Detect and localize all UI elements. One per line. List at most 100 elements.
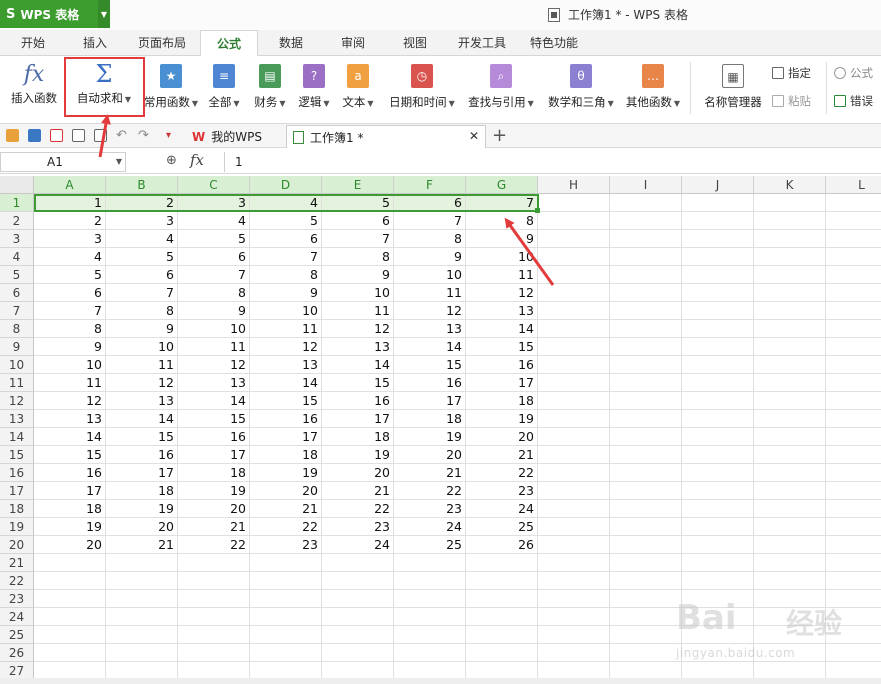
tab-workbook1[interactable]: 工作簿1 * ✕ xyxy=(286,125,486,148)
cell[interactable] xyxy=(106,644,178,662)
tab-developer[interactable]: 开发工具 xyxy=(452,30,512,56)
formula-audit-button[interactable]: 公式 xyxy=(834,65,873,81)
new-tab-button[interactable]: + xyxy=(492,125,507,147)
cell[interactable]: 18 xyxy=(394,410,466,428)
cell[interactable] xyxy=(106,626,178,644)
cell[interactable] xyxy=(178,590,250,608)
row-header[interactable]: 22 xyxy=(0,572,34,590)
name-box[interactable]: A1 ▼ xyxy=(0,152,126,172)
row-header[interactable]: 17 xyxy=(0,482,34,500)
column-header-b[interactable]: B xyxy=(106,176,178,194)
cell[interactable]: 13 xyxy=(394,320,466,338)
row-header[interactable]: 4 xyxy=(0,248,34,266)
undo-icon[interactable]: ↶ xyxy=(116,129,129,142)
cell[interactable] xyxy=(682,518,754,536)
cell[interactable]: 4 xyxy=(178,212,250,230)
cell[interactable] xyxy=(610,320,682,338)
redo-icon[interactable]: ↷ xyxy=(138,129,151,142)
cell[interactable] xyxy=(394,608,466,626)
cell[interactable] xyxy=(538,266,610,284)
cell[interactable] xyxy=(466,590,538,608)
cell[interactable] xyxy=(538,374,610,392)
cell[interactable] xyxy=(250,626,322,644)
cell[interactable]: 16 xyxy=(34,464,106,482)
cell[interactable]: 11 xyxy=(34,374,106,392)
cell[interactable]: 21 xyxy=(394,464,466,482)
cell[interactable]: 15 xyxy=(394,356,466,374)
cell[interactable]: 17 xyxy=(250,428,322,446)
all-functions-button[interactable]: ≡ 全部 ▼ xyxy=(206,60,242,120)
cell[interactable]: 20 xyxy=(106,518,178,536)
cell[interactable]: 21 xyxy=(466,446,538,464)
datetime-functions-button[interactable]: ◷ 日期和时间 ▼ xyxy=(382,60,462,120)
cell[interactable]: 5 xyxy=(178,230,250,248)
customize-toolbar-icon[interactable]: ▾ xyxy=(166,129,179,142)
cell[interactable]: 25 xyxy=(466,518,538,536)
cell[interactable] xyxy=(826,374,881,392)
cell[interactable]: 6 xyxy=(322,212,394,230)
cell[interactable] xyxy=(826,500,881,518)
cell[interactable] xyxy=(826,284,881,302)
cell[interactable] xyxy=(322,554,394,572)
cell[interactable]: 9 xyxy=(250,284,322,302)
cell[interactable] xyxy=(610,500,682,518)
cell[interactable] xyxy=(466,644,538,662)
name-manager-button[interactable]: ▦ 名称管理器 xyxy=(700,60,766,120)
cell[interactable] xyxy=(682,500,754,518)
cell[interactable] xyxy=(682,428,754,446)
horizontal-scrollbar[interactable] xyxy=(0,678,881,684)
cell[interactable] xyxy=(538,572,610,590)
cell[interactable]: 14 xyxy=(322,356,394,374)
cell[interactable]: 8 xyxy=(466,212,538,230)
cell[interactable] xyxy=(538,392,610,410)
cell[interactable] xyxy=(610,284,682,302)
cell[interactable] xyxy=(538,248,610,266)
cell[interactable] xyxy=(538,464,610,482)
cell[interactable] xyxy=(610,572,682,590)
tab-page-layout[interactable]: 页面布局 xyxy=(132,30,192,56)
cell[interactable]: 18 xyxy=(466,392,538,410)
cell[interactable]: 10 xyxy=(394,266,466,284)
print-icon[interactable] xyxy=(72,129,85,142)
cell[interactable] xyxy=(826,266,881,284)
cell[interactable]: 15 xyxy=(178,410,250,428)
common-functions-button[interactable]: ★ 常用函数 ▼ xyxy=(142,60,200,120)
cell[interactable]: 15 xyxy=(34,446,106,464)
cell[interactable] xyxy=(682,410,754,428)
cell[interactable]: 3 xyxy=(106,212,178,230)
cell[interactable] xyxy=(826,428,881,446)
cell[interactable]: 3 xyxy=(34,230,106,248)
cell[interactable]: 22 xyxy=(322,500,394,518)
cell[interactable]: 13 xyxy=(178,374,250,392)
row-header[interactable]: 5 xyxy=(0,266,34,284)
cell[interactable]: 16 xyxy=(394,374,466,392)
cell[interactable] xyxy=(610,608,682,626)
cell[interactable]: 7 xyxy=(250,248,322,266)
cell[interactable] xyxy=(754,284,826,302)
fx-icon[interactable]: fx xyxy=(190,151,204,169)
cell[interactable]: 14 xyxy=(250,374,322,392)
column-header-i[interactable]: I xyxy=(610,176,682,194)
cell[interactable]: 23 xyxy=(250,536,322,554)
cell[interactable] xyxy=(754,518,826,536)
cell[interactable] xyxy=(106,608,178,626)
cell[interactable]: 8 xyxy=(394,230,466,248)
cell[interactable]: 12 xyxy=(106,374,178,392)
cell[interactable]: 11 xyxy=(106,356,178,374)
cell[interactable] xyxy=(322,626,394,644)
cell[interactable]: 24 xyxy=(394,518,466,536)
cell[interactable]: 8 xyxy=(106,302,178,320)
cell[interactable]: 11 xyxy=(322,302,394,320)
cell[interactable] xyxy=(250,644,322,662)
cell[interactable]: 6 xyxy=(394,194,466,212)
cell[interactable]: 12 xyxy=(322,320,394,338)
cell[interactable]: 6 xyxy=(250,230,322,248)
cell[interactable]: 15 xyxy=(466,338,538,356)
column-header-f[interactable]: F xyxy=(394,176,466,194)
cell[interactable]: 20 xyxy=(178,500,250,518)
cell[interactable] xyxy=(682,266,754,284)
cell[interactable]: 10 xyxy=(178,320,250,338)
cell[interactable]: 12 xyxy=(250,338,322,356)
cell[interactable]: 15 xyxy=(322,374,394,392)
cell[interactable] xyxy=(34,608,106,626)
